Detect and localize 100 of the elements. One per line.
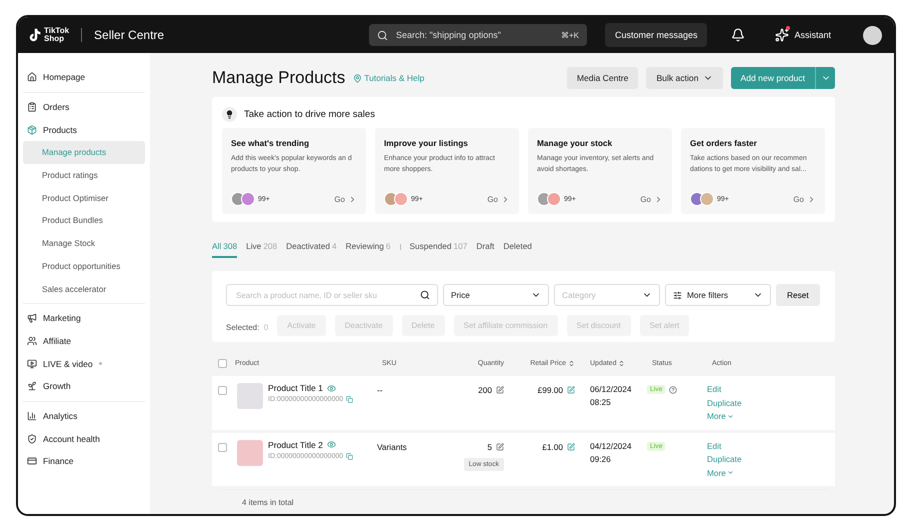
chevron-down-icon: [726, 469, 734, 476]
sidebar-item[interactable]: Account health: [23, 427, 145, 450]
sidebar-item[interactable]: Orders: [23, 96, 145, 118]
edit-icon[interactable]: [567, 386, 575, 394]
sku-cell-text: --: [377, 384, 384, 395]
avatar: [384, 192, 398, 206]
app-title: Seller Centre: [94, 28, 164, 42]
status-tab[interactable]: Draft: [476, 236, 494, 258]
sidebar-item-label: Marketing: [43, 313, 81, 324]
search-field[interactable]: Search: "shipping options" ⌘+K: [368, 24, 587, 46]
status-tab[interactable]: Suspended 107: [410, 236, 468, 258]
items-total: 4 items in total: [218, 489, 829, 507]
chevron-right-icon: [807, 194, 816, 204]
product-title: Product Title 1: [268, 383, 323, 393]
customer-messages-button[interactable]: Customer messages: [604, 23, 708, 47]
status-tab[interactable]: Live 208: [246, 236, 278, 258]
chevron-right-icon: [654, 194, 663, 204]
more-filters-dropdown[interactable]: More filters: [665, 284, 771, 306]
action-link[interactable]: More: [707, 466, 734, 479]
go-link[interactable]: Go: [334, 194, 357, 204]
sidebar-item-label: Finance: [43, 456, 74, 466]
sidebar-subitem[interactable]: Manage Stock: [23, 232, 145, 254]
eye-icon[interactable]: [326, 440, 336, 449]
updated-date: 04/12/2024 09:26: [589, 440, 633, 466]
selected-count: 0: [264, 322, 268, 332]
sidebar-item[interactable]: Growth: [23, 374, 145, 398]
page-title: Manage Products: [212, 68, 346, 88]
avatar: [547, 192, 561, 206]
sidebar-item-label: Products: [43, 124, 77, 135]
action-link[interactable]: More: [707, 410, 734, 422]
sort-icon[interactable]: [568, 360, 575, 366]
reset-button[interactable]: Reset: [776, 284, 820, 306]
nav-icon: [27, 102, 37, 112]
sidebar-subitem[interactable]: Sales accelerator: [23, 277, 145, 300]
sidebar-subitem[interactable]: Product Bundles: [23, 209, 145, 232]
sidebar-subitem[interactable]: Product ratings: [23, 164, 145, 186]
product-title: Product Title 2: [268, 440, 323, 450]
chevron-down-icon: [726, 412, 734, 420]
go-link[interactable]: Go: [793, 194, 816, 204]
shortcut-hint: ⌘+K: [560, 30, 579, 40]
go-link[interactable]: Go: [487, 194, 510, 204]
search-icon: [376, 30, 388, 40]
dropdown-button[interactable]: [815, 67, 835, 89]
row-checkbox[interactable]: [218, 386, 227, 395]
sidebar-item[interactable]: Affiliate: [23, 330, 145, 352]
bell-icon: [731, 28, 746, 42]
sidebar-item[interactable]: LIVE & video: [23, 352, 145, 375]
bulk-action-button[interactable]: Bulk action: [646, 67, 722, 89]
price-dropdown[interactable]: Price: [443, 284, 549, 306]
sidebar-subitem[interactable]: Product Optimiser: [23, 186, 145, 210]
assistant-button[interactable]: Assistant: [771, 28, 835, 42]
avatar[interactable]: [863, 26, 882, 44]
sidebar-subitem[interactable]: Product opportunities: [23, 254, 145, 278]
nav-icon: [27, 381, 37, 392]
help-icon[interactable]: [669, 386, 678, 394]
sliders-icon: [673, 290, 682, 300]
nav-icon: [27, 72, 37, 82]
eye-icon[interactable]: [326, 384, 336, 392]
price-value: £99.00: [538, 385, 563, 395]
search-icon: [420, 290, 430, 300]
sidebar-item[interactable]: Analytics: [23, 404, 145, 428]
edit-icon[interactable]: [496, 442, 504, 450]
sidebar-item-label: Account health: [43, 434, 100, 444]
photo-placeholder: [237, 383, 263, 409]
sidebar-item-label: Orders: [43, 102, 70, 112]
sidebar-item[interactable]: Products: [23, 118, 145, 142]
row-checkbox[interactable]: [218, 442, 227, 452]
nav-icon: [27, 456, 37, 466]
sidebar-item[interactable]: Finance: [23, 450, 145, 473]
select-all-checkbox[interactable]: [218, 358, 227, 368]
avatar: [537, 192, 551, 206]
quantity-value: 200: [478, 385, 492, 395]
action-link[interactable]: Duplicate: [707, 396, 742, 409]
search-input[interactable]: Search: "shipping options": [394, 29, 555, 41]
updated-date: 06/12/2024 08:25: [589, 383, 633, 409]
go-link[interactable]: Go: [640, 194, 663, 204]
tiktok-shop-logo: TikTok Shop: [26, 27, 70, 43]
edit-icon[interactable]: [567, 442, 575, 450]
action-link[interactable]: Duplicate: [707, 453, 742, 466]
status-tab[interactable]: Reviewing 6: [346, 236, 391, 258]
quantity-value: 5: [487, 442, 492, 452]
nav-icon: [27, 124, 37, 135]
sidebar-item[interactable]: Homepage: [23, 66, 145, 89]
copy-icon[interactable]: [346, 396, 354, 403]
copy-icon[interactable]: [346, 452, 354, 460]
sidebar-item-label: Analytics: [43, 410, 78, 421]
sidebar-item-label: Growth: [43, 381, 71, 392]
avatar: [700, 192, 714, 206]
status-tab[interactable]: Deleted: [503, 236, 532, 258]
status-tab[interactable]: Deactivated 4: [286, 236, 337, 258]
sidebar-item[interactable]: Marketing: [23, 306, 145, 330]
media-centre-button[interactable]: Media Centre: [566, 67, 638, 89]
selected-label: Selected:: [226, 322, 260, 332]
sort-icon[interactable]: [618, 360, 626, 366]
panel-title: Take action to drive more sales: [244, 109, 375, 120]
nav-icon: [27, 313, 37, 324]
product-search-field[interactable]: Search a product name, ID or seller sku: [226, 284, 438, 306]
edit-icon[interactable]: [496, 386, 504, 394]
sparkle-icon: [775, 28, 790, 42]
nav-icon: [27, 410, 37, 421]
